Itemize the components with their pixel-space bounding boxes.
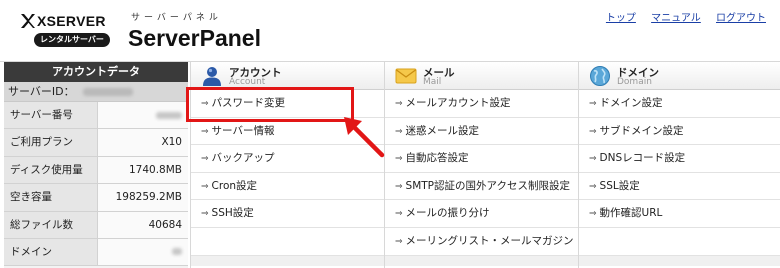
- envelope-icon: [395, 68, 417, 84]
- arrow-icon: ⇒: [589, 181, 597, 192]
- menu-item-autoreply[interactable]: ⇒ 自動応答設定: [385, 145, 578, 173]
- globe-icon: [590, 66, 610, 86]
- account-row-label: ディスク使用量: [4, 156, 98, 184]
- account-row-value: [98, 102, 188, 129]
- arrow-icon: ⇒: [201, 209, 209, 220]
- arrow-icon: ⇒: [395, 99, 403, 109]
- top-links: トップ マニュアル ログアウト: [594, 9, 766, 24]
- arrow-icon: ⇒: [589, 99, 597, 109]
- logo-text: XSERVER: [37, 13, 106, 29]
- brand-subtitle: サーバーパネル: [131, 13, 222, 23]
- menu-item-empty: [579, 228, 780, 256]
- arrow-icon: ⇒: [395, 126, 403, 137]
- top-link[interactable]: トップ: [606, 13, 636, 24]
- mail-menu-subtitle: Mail: [423, 77, 442, 87]
- menu-item-spam[interactable]: ⇒ 迷惑メール設定: [385, 118, 578, 146]
- account-row-label: ドメイン: [4, 238, 98, 266]
- arrow-icon: ⇒: [201, 126, 209, 137]
- arrow-icon: ⇒: [395, 236, 403, 247]
- arrow-icon: ⇒: [395, 154, 403, 165]
- password-change-highlight: [186, 87, 354, 122]
- menu-item-subdomain[interactable]: ⇒ サブドメイン設定: [579, 118, 780, 146]
- account-row-value: [98, 238, 188, 266]
- account-row-label: ご利用プラン: [4, 129, 98, 156]
- logout-link[interactable]: ログアウト: [716, 13, 766, 24]
- domain-menu-header: ドメイン Domain: [579, 62, 780, 90]
- brand-title: ServerPanel: [128, 25, 261, 51]
- menu-item-mail-filter[interactable]: ⇒ メールの振り分け: [385, 200, 578, 228]
- menu-item-dns-record[interactable]: ⇒ DNSレコード設定: [579, 145, 780, 173]
- account-row: ディスク使用量 1740.8MB: [4, 156, 188, 185]
- account-row: 空き容量 198259.2MB: [4, 184, 188, 212]
- next-section-peek: [579, 255, 780, 266]
- next-section-peek: [385, 255, 578, 266]
- account-row: サーバー番号: [4, 102, 188, 130]
- account-row: ご利用プラン X10: [4, 129, 188, 157]
- server-id-row: サーバーID：: [4, 82, 188, 102]
- menu-item-mail-account[interactable]: ⇒ メールアカウント設定: [385, 90, 578, 118]
- mail-menu-column: メール Mail ⇒ メールアカウント設定 ⇒ 迷惑メール設定 ⇒ 自動応答設定 ⇒ S…: [384, 62, 578, 268]
- arrow-icon: ⇒: [201, 154, 209, 165]
- arrow-icon: ⇒: [395, 181, 403, 192]
- header: XSERVER レンタルサーバー サーバーパネル ServerPanel トップ…: [0, 0, 780, 62]
- account-data-panel: アカウントデータ サーバーID： サーバー番号 ご利用プラン X10 ディスク使…: [4, 62, 188, 268]
- domain-menu-column: ドメイン Domain ⇒ ドメイン設定 ⇒ サブドメイン設定 ⇒ DNSレコード設定…: [578, 62, 780, 268]
- account-menu-header: アカウント Account: [191, 62, 384, 90]
- user-icon: [203, 67, 221, 86]
- account-row: ドメイン: [4, 238, 188, 267]
- account-row-value: X10: [98, 129, 188, 156]
- server-number-redacted: [156, 111, 182, 119]
- xserver-mark-icon: [21, 14, 35, 28]
- arrow-icon: ⇒: [589, 126, 597, 137]
- xserver-logo[interactable]: XSERVER レンタルサーバー: [16, 10, 121, 50]
- menu-item-mailing-list[interactable]: ⇒ メーリングリスト・メールマガジン: [385, 228, 578, 256]
- account-data-title: アカウントデータ: [4, 62, 188, 82]
- arrow-icon: ⇒: [589, 209, 597, 220]
- menu-item-smtp-restriction[interactable]: ⇒ SMTP認証の国外アクセス制限設定: [385, 173, 578, 201]
- account-menu-subtitle: Account: [229, 77, 266, 87]
- menu-item-empty: [191, 228, 384, 256]
- menu-item-ssl[interactable]: ⇒ SSL設定: [579, 173, 780, 201]
- account-row-label: 空き容量: [4, 184, 98, 211]
- domain-menu-subtitle: Domain: [617, 77, 652, 87]
- domain-redacted: [172, 248, 182, 256]
- arrow-icon: ⇒: [395, 209, 403, 220]
- account-row-label: サーバー番号: [4, 102, 98, 129]
- account-row-value: 198259.2MB: [98, 184, 188, 211]
- arrow-icon: ⇒: [201, 181, 209, 192]
- server-id-redacted: [82, 88, 133, 96]
- menu-item-test-url[interactable]: ⇒ 動作確認URL: [579, 200, 780, 228]
- account-row-value: 1740.8MB: [98, 156, 188, 184]
- account-row-value: 40684: [98, 211, 188, 238]
- red-arrow-icon: [344, 117, 385, 158]
- mail-menu-header: メール Mail: [385, 62, 578, 90]
- next-section-peek: [191, 255, 384, 266]
- arrow-icon: ⇒: [589, 154, 597, 165]
- logo-badge: レンタルサーバー: [34, 33, 110, 47]
- menu-item-cron[interactable]: ⇒ Cron設定: [191, 173, 384, 201]
- manual-link[interactable]: マニュアル: [651, 13, 701, 24]
- menu-item-domain-settings[interactable]: ⇒ ドメイン設定: [579, 90, 780, 118]
- menu-item-ssh[interactable]: ⇒ SSH設定: [191, 200, 384, 228]
- account-row-label: 総ファイル数: [4, 211, 98, 238]
- server-id-label: サーバーID：: [8, 85, 75, 98]
- account-row: 総ファイル数 40684: [4, 211, 188, 239]
